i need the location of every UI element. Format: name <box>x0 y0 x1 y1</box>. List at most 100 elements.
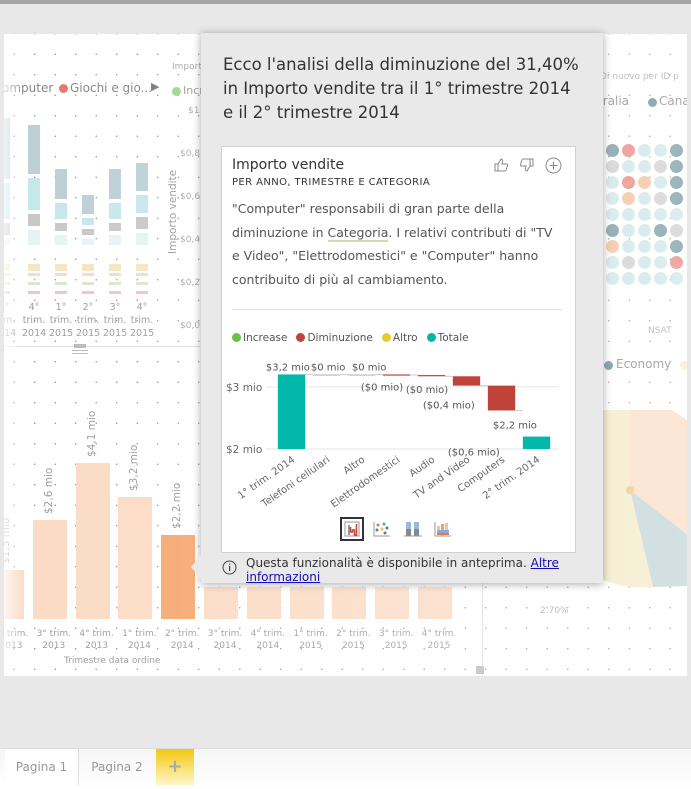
scatter-point <box>654 160 667 173</box>
x-tick-label: Altro <box>342 454 368 477</box>
add-page-button[interactable]: + <box>156 749 194 785</box>
waterfall-view-button[interactable] <box>340 517 364 541</box>
ribbon-view-icon <box>434 522 451 537</box>
column-bar[interactable] <box>375 586 410 619</box>
scatter-point <box>622 160 635 173</box>
waterfall-bar <box>277 374 306 449</box>
x-tick-label: 4° trim. <box>250 629 286 639</box>
legend-next-arrow-icon[interactable]: ▶ <box>151 80 159 93</box>
column-bar[interactable] <box>418 586 452 619</box>
legend-dot <box>296 333 306 342</box>
scatter-point <box>622 224 635 237</box>
stacked-segment <box>28 273 40 276</box>
category-link[interactable]: Categoria <box>327 224 389 242</box>
waterfall-bar <box>487 385 516 411</box>
column-bar[interactable] <box>4 569 24 619</box>
y-tick: $0,8 <box>180 149 201 159</box>
column-bar[interactable] <box>289 586 324 619</box>
x-tick-label-year: 2015 <box>427 641 451 651</box>
thumbs-up-icon[interactable] <box>492 156 510 174</box>
stacked-segment <box>28 282 40 285</box>
x-tick-label: trim. <box>4 315 16 326</box>
data-label: $0 mio <box>311 362 346 373</box>
scatter-point <box>606 192 619 205</box>
scatter-view-button[interactable] <box>372 519 392 539</box>
stacked-segment <box>55 203 67 219</box>
legend-item-computer[interactable]: omputer <box>4 81 53 95</box>
column-data-label: $2,6 mio <box>42 467 55 515</box>
scatter-point <box>606 208 619 221</box>
scatter-point <box>622 240 635 253</box>
stacked-segment <box>109 291 121 294</box>
stacked-segment <box>4 118 10 179</box>
x-tick-label: 3° trim. <box>207 629 243 639</box>
y-tick-label: $2 mio <box>226 444 262 456</box>
column-data-label: $2,2 mio <box>171 483 184 530</box>
stacked-segment <box>28 264 40 271</box>
legend-item-totale: Totale <box>426 332 469 344</box>
x-tick-label-year: 2015 <box>384 641 408 651</box>
tab-pagina-1[interactable]: Pagina 1 <box>5 749 79 785</box>
data-label: ($0 mio) <box>361 382 403 393</box>
column-bar[interactable] <box>32 520 67 619</box>
pie-center-marker <box>626 486 634 494</box>
resize-corner-handle[interactable] <box>476 666 484 674</box>
legend-item-increase: Increase <box>232 332 287 344</box>
stacked-segment <box>109 264 121 271</box>
ribbon-view-button[interactable] <box>433 519 453 539</box>
x-tick-label: 2015 <box>49 328 74 339</box>
divider <box>232 309 562 310</box>
tab-pagina-2[interactable]: Pagina 2 <box>80 749 154 785</box>
stacked-segment <box>136 216 148 229</box>
stacked-segment <box>4 182 10 219</box>
card-subtitle: PER ANNO, TRIMESTRE E CATEGORIA <box>232 177 431 188</box>
stacked-segment <box>4 264 10 271</box>
scatter-point <box>638 176 651 189</box>
scatter-view-icon <box>373 522 390 537</box>
data-label: ($0,4 mio) <box>423 400 475 411</box>
stacked-segment <box>28 214 40 227</box>
column-bar[interactable] <box>246 586 281 619</box>
legend-dot-other <box>680 361 687 370</box>
data-label: ($0,6 mio) <box>448 448 500 459</box>
report-header-area <box>0 4 691 34</box>
stacked-segment <box>82 217 94 225</box>
page-tabs-bar: Pagina 1 Pagina 2 + <box>0 748 691 789</box>
scatter-point <box>638 160 651 173</box>
drag-handle-icon[interactable] <box>72 350 88 351</box>
waterfall-bar <box>347 374 376 376</box>
waterfall-chart[interactable]: $3 mio$2 mio$3,2 mio1° trim. 2014$0 mioT… <box>222 352 575 522</box>
x-tick-label: 1° trim. <box>293 629 328 639</box>
column-bar[interactable] <box>332 586 367 619</box>
insight-description: "Computer" responsabili di gran parte de… <box>232 197 562 291</box>
legend-label: Altro <box>392 332 418 344</box>
resize-handle[interactable] <box>74 344 86 348</box>
stacked-segment <box>109 222 121 232</box>
column-data-label: $4,1 mio <box>85 410 98 458</box>
x-tick-label: 3° trim. <box>36 629 72 639</box>
column-bar[interactable] <box>75 463 110 619</box>
x-tick-label: 2015 <box>76 328 101 339</box>
scatter-point <box>670 272 683 285</box>
scatter-title: Di nuovo per ID p <box>600 72 679 82</box>
stacked-column-view-icon <box>404 522 422 537</box>
thumbs-down-icon[interactable] <box>518 156 536 174</box>
legend-dot-giochi <box>59 84 68 93</box>
stacked-segment <box>4 282 10 285</box>
add-to-dashboard-icon[interactable] <box>544 156 562 174</box>
x-tick-label: 1° trim. 2014 <box>236 454 297 501</box>
stacked-column-view-button[interactable] <box>403 519 423 539</box>
pie-data-label: 2.70% <box>540 606 569 616</box>
scatter-visual[interactable]: Di nuovo per ID p tralia Canac NSAT 5 <box>598 64 687 354</box>
data-label: $2,2 mio <box>493 421 537 432</box>
stacked-segment <box>109 273 121 276</box>
column-bar[interactable] <box>204 586 238 619</box>
x-tick-label-year: 2015 <box>299 641 323 651</box>
legend-item-giochi[interactable]: Giochi e gio... <box>70 81 152 95</box>
column-bar[interactable] <box>118 497 153 619</box>
legend-dot <box>232 333 241 342</box>
scatter-point <box>606 160 619 173</box>
stacked-segment <box>55 222 67 232</box>
legend-label: Diminuzione <box>307 332 373 344</box>
scatter-point <box>622 176 635 189</box>
